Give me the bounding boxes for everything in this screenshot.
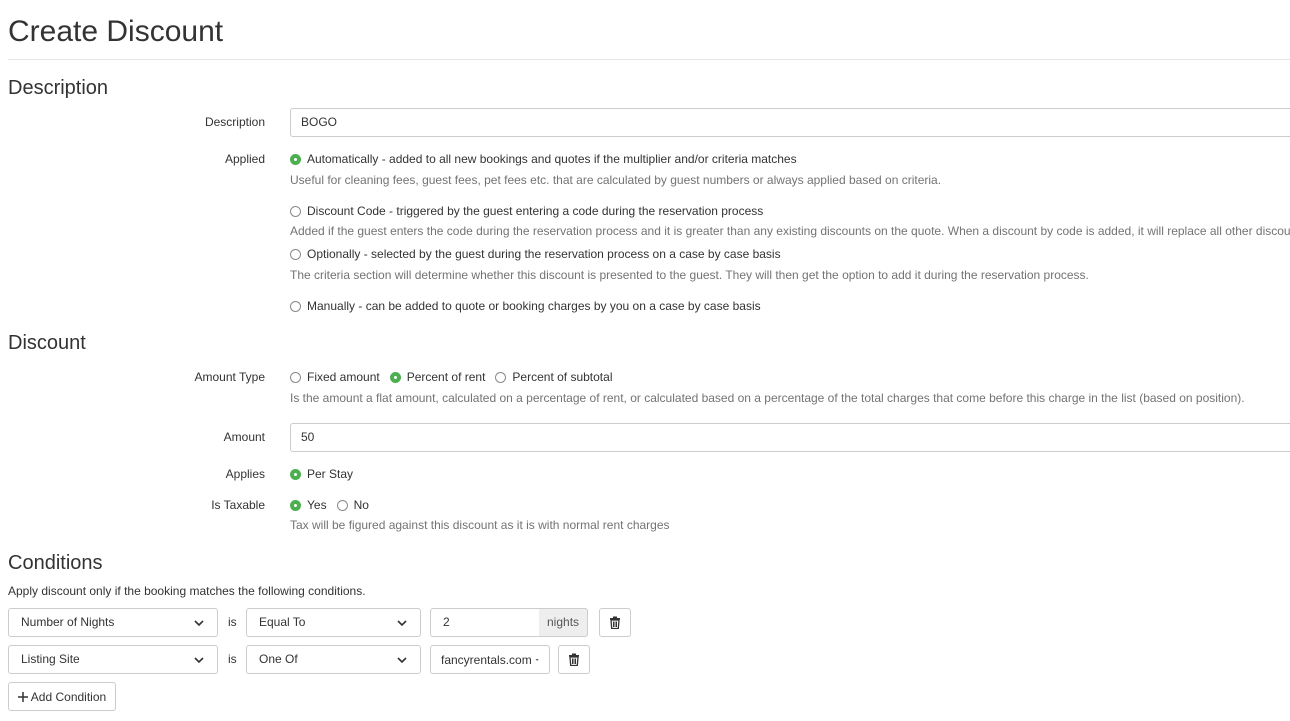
delete-condition-button[interactable] xyxy=(558,645,590,674)
chevron-down-icon xyxy=(194,656,204,663)
radio-icon[interactable] xyxy=(290,300,301,312)
trash-icon xyxy=(569,653,579,666)
applied-option-help: Useful for cleaning fees, guest fees, pe… xyxy=(290,173,942,187)
amount-type-fixed-label: Fixed amount xyxy=(307,370,380,384)
radio-checked-icon[interactable] xyxy=(389,371,401,383)
condition-field-value: Listing Site xyxy=(21,652,80,666)
plus-icon xyxy=(17,691,28,702)
amount-type-fixed[interactable]: Fixed amount xyxy=(290,369,380,385)
radio-icon[interactable] xyxy=(336,499,348,511)
add-condition-button[interactable]: Add Condition xyxy=(8,682,116,711)
condition-operator-select[interactable]: Equal To xyxy=(246,608,421,637)
nights-addon: nights xyxy=(539,608,589,637)
applied-option-label: Optionally - selected by the guest durin… xyxy=(307,247,781,261)
chevron-down-icon xyxy=(194,619,204,626)
applied-option-automatically[interactable]: Automatically - added to all new booking… xyxy=(290,151,797,167)
add-condition-label: Add Condition xyxy=(30,689,107,704)
amount-type-percent-subtotal-label: Percent of subtotal xyxy=(512,370,613,384)
amount-type-label: Amount Type xyxy=(194,370,266,384)
listing-site-dropdown[interactable]: fancyrentals.com xyxy=(430,645,550,674)
taxable-no-label: No xyxy=(353,498,369,512)
taxable-help: Tax will be figured against this discoun… xyxy=(290,518,670,532)
radio-checked-icon[interactable] xyxy=(290,153,301,165)
radio-icon[interactable] xyxy=(495,371,507,383)
amount-input[interactable]: 50 xyxy=(290,423,1290,452)
condition-operator-value: One Of xyxy=(259,652,298,666)
condition-is-text: is xyxy=(228,615,237,629)
chevron-down-icon xyxy=(397,619,407,626)
radio-icon[interactable] xyxy=(290,371,301,383)
taxable-label: Is Taxable xyxy=(211,498,265,512)
listing-site-value: fancyrentals.com xyxy=(441,652,532,667)
taxable-no[interactable]: No xyxy=(336,497,369,513)
condition-operator-value: Equal To xyxy=(259,615,306,629)
delete-condition-button[interactable] xyxy=(599,608,631,637)
chevron-down-icon xyxy=(397,656,407,663)
condition-field-select[interactable]: Listing Site xyxy=(8,645,218,674)
description-section-title: Description xyxy=(8,77,109,99)
discount-section-title: Discount xyxy=(8,332,86,354)
applied-option-label: Manually - can be added to quote or book… xyxy=(307,299,761,313)
condition-is-text: is xyxy=(228,652,237,666)
title-divider xyxy=(8,59,1290,60)
radio-icon[interactable] xyxy=(290,248,301,260)
applies-per-stay-label: Per Stay xyxy=(307,467,354,481)
condition-value-input[interactable]: 2 xyxy=(430,608,540,637)
amount-type-percent-subtotal[interactable]: Percent of subtotal xyxy=(495,369,612,385)
description-label: Description xyxy=(204,115,265,129)
applied-option-label: Discount Code - triggered by the guest e… xyxy=(307,204,764,218)
applied-option-optionally[interactable]: Optionally - selected by the guest durin… xyxy=(290,246,781,262)
taxable-yes[interactable]: Yes xyxy=(290,497,327,513)
taxable-yes-label: Yes xyxy=(307,498,327,512)
amount-type-help: Is the amount a flat amount, calculated … xyxy=(290,391,1245,405)
applies-label: Applies xyxy=(225,467,265,481)
page-title: Create Discount xyxy=(8,15,224,48)
amount-type-percent-rent[interactable]: Percent of rent xyxy=(389,369,486,385)
taxable-options: Yes No xyxy=(290,497,379,513)
applied-option-help: Added if the guest enters the code durin… xyxy=(290,224,1290,238)
radio-checked-icon[interactable] xyxy=(290,499,301,511)
condition-field-value: Number of Nights xyxy=(21,615,115,629)
condition-field-select[interactable]: Number of Nights xyxy=(8,608,218,637)
applied-option-manually[interactable]: Manually - can be added to quote or book… xyxy=(290,298,761,314)
caret-down-icon xyxy=(535,658,539,661)
conditions-section-title: Conditions xyxy=(8,552,103,574)
applied-option-discount-code[interactable]: Discount Code - triggered by the guest e… xyxy=(290,203,763,219)
amount-type-percent-rent-label: Percent of rent xyxy=(406,370,486,384)
applied-option-label: Automatically - added to all new booking… xyxy=(307,152,797,166)
radio-checked-icon[interactable] xyxy=(290,468,301,480)
description-input[interactable]: BOGO xyxy=(290,108,1290,137)
trash-icon xyxy=(610,616,620,629)
conditions-intro: Apply discount only if the booking match… xyxy=(8,584,366,598)
condition-operator-select[interactable]: One Of xyxy=(246,645,421,674)
radio-icon[interactable] xyxy=(290,205,301,217)
amount-type-options: Fixed amount Percent of rent Percent of … xyxy=(290,369,622,385)
applied-option-help: The criteria section will determine whet… xyxy=(290,268,1089,282)
applies-per-stay[interactable]: Per Stay xyxy=(290,466,353,482)
amount-label: Amount xyxy=(223,430,265,444)
applied-label: Applied xyxy=(224,152,265,166)
